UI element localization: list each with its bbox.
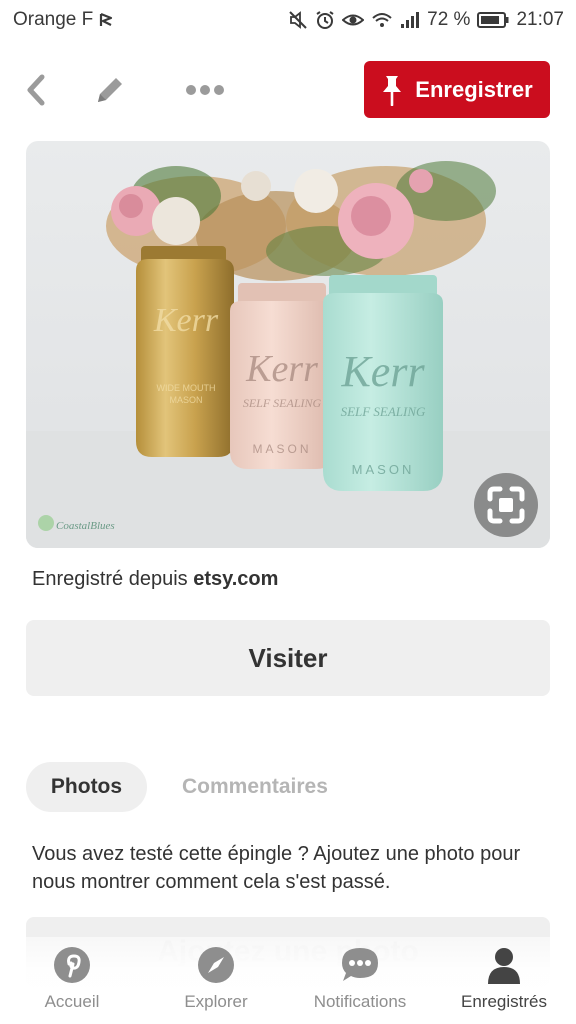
back-arrow-icon <box>27 74 45 106</box>
bottom-nav: Accueil Explorer Notifications Enregistr… <box>0 937 576 1024</box>
signal-icon <box>401 12 420 28</box>
nav-item-explore[interactable]: Explorer <box>144 937 288 1024</box>
more-options-button[interactable] <box>180 70 230 110</box>
pin-icon <box>383 75 402 106</box>
svg-text:Kerr: Kerr <box>340 347 425 396</box>
chat-bubble-icon <box>340 945 380 985</box>
edit-button[interactable] <box>90 70 130 110</box>
media-flag-icon <box>100 12 113 26</box>
more-dots-icon <box>186 85 224 95</box>
save-button[interactable]: Enregistrer <box>364 61 550 118</box>
save-button-label: Enregistrer <box>415 76 533 102</box>
nav-item-saved[interactable]: Enregistrés <box>432 937 576 1024</box>
nav-item-notifications[interactable]: Notifications <box>288 937 432 1024</box>
svg-text:MASON: MASON <box>169 395 202 405</box>
carrier-name: Orange F <box>13 9 94 30</box>
source-domain-link[interactable]: etsy.com <box>193 568 278 590</box>
back-button[interactable] <box>16 70 56 110</box>
pin-toolbar: Enregistrer <box>0 60 576 120</box>
visual-search-icon <box>487 486 525 524</box>
nav-label-notifications: Notifications <box>313 992 407 1011</box>
mason-jars-photo: Kerr WIDE MOUTH MASON Kerr SELF SEALING … <box>26 141 550 548</box>
svg-text:SELF SEALING: SELF SEALING <box>341 404 426 419</box>
compass-icon <box>196 945 236 985</box>
svg-text:MASON: MASON <box>352 462 415 477</box>
battery-percent: 72 % <box>427 9 471 30</box>
mint-jar: Kerr SELF SEALING MASON <box>323 275 443 491</box>
pencil-icon <box>98 78 122 102</box>
svg-text:WIDE MOUTH: WIDE MOUTH <box>157 383 216 393</box>
alarm-icon <box>316 11 334 29</box>
svg-text:Kerr: Kerr <box>245 348 318 390</box>
eye-icon <box>342 14 365 26</box>
nav-label-explore: Explorer <box>184 992 248 1011</box>
tried-pin-prompt: Vous avez testé cette épingle ? Ajoutez … <box>32 843 521 893</box>
battery-icon <box>477 12 509 28</box>
clock-time: 21:07 <box>516 9 564 30</box>
wifi-icon <box>372 13 392 27</box>
source-prefix: Enregistré depuis <box>32 568 194 590</box>
svg-text:MASON: MASON <box>252 442 311 456</box>
mute-icon <box>289 11 307 29</box>
nav-label-saved: Enregistrés <box>461 992 547 1011</box>
gold-jar: Kerr WIDE MOUTH MASON <box>136 246 234 457</box>
status-bar: Orange F 72 % 21:07 <box>0 0 576 40</box>
svg-text:Kerr: Kerr <box>153 302 219 339</box>
tab-comments[interactable]: Commentaires <box>182 762 328 812</box>
person-icon <box>484 945 524 985</box>
pinterest-icon <box>52 945 92 985</box>
visit-button[interactable]: Visiter <box>26 620 550 696</box>
pin-image[interactable]: Kerr WIDE MOUTH MASON Kerr SELF SEALING … <box>26 141 550 548</box>
nav-item-home[interactable]: Accueil <box>0 937 144 1024</box>
pin-tabs: Photos Commentaires <box>26 762 328 812</box>
svg-text:CoastalBlues: CoastalBlues <box>56 520 115 532</box>
pink-jar: Kerr SELF SEALING MASON <box>230 283 334 469</box>
visual-search-button[interactable] <box>474 473 538 537</box>
svg-text:SELF SEALING: SELF SEALING <box>243 396 322 410</box>
tab-photos[interactable]: Photos <box>26 762 147 812</box>
pin-source: Enregistré depuis etsy.com <box>32 568 278 591</box>
nav-label-home: Accueil <box>44 992 100 1011</box>
